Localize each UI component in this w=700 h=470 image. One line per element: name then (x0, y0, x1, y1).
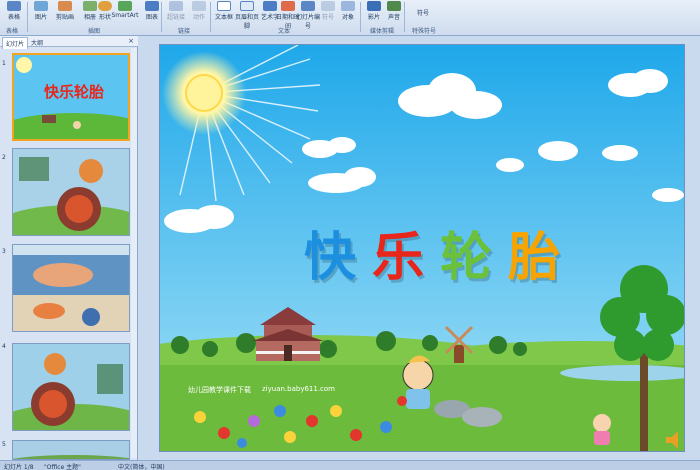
slide-number: 2 (2, 154, 6, 161)
header-footer-button[interactable]: 页眉和页脚 (234, 1, 260, 30)
slide-thumbnail-3[interactable] (12, 244, 130, 332)
slide-footer-text: 幼儿园教学课件下载 (188, 386, 251, 394)
slide-title-char-3: 轮 (440, 228, 493, 288)
tab-slides[interactable]: 幻灯片 (2, 37, 29, 49)
object-icon (341, 1, 355, 11)
sound-button[interactable]: 声音 (382, 1, 406, 23)
group-label-symbols: 特殊符号 (412, 28, 437, 35)
thumb-title: 快乐轮胎 (44, 83, 104, 101)
status-theme: "Office 主题" (44, 464, 81, 470)
action-button[interactable]: 动作 (187, 1, 211, 23)
textbox-button[interactable]: 文本框 (212, 1, 236, 23)
group-separator (404, 2, 405, 32)
status-bar: 幻灯片 1/8 "Office 主题" 中文(简体，中国) (0, 460, 700, 470)
smartart-icon (118, 1, 132, 11)
slides-panel: 幻灯片 大纲 × 1 快乐轮胎 2 3 4 5 (0, 36, 138, 460)
slide-5-preview (13, 441, 129, 459)
calendar-icon (281, 1, 295, 11)
slide-number: 4 (2, 343, 6, 350)
panel-tabs: 幻灯片 大纲 × (0, 36, 138, 49)
movie-icon (367, 1, 381, 11)
slide-editor: 快 乐 轮 胎 幼儿园教学课件下载 ziyuan.baby611.com (138, 36, 700, 460)
smartart-button[interactable]: SmartArt (110, 1, 140, 23)
chart-icon (145, 1, 159, 11)
slide-thumbnail-5[interactable] (12, 440, 130, 460)
group-label-links: 链接 (178, 28, 191, 35)
group-label-tables: 表格 (6, 28, 19, 35)
group-label-media: 媒体剪辑 (370, 28, 395, 35)
table-icon (7, 1, 21, 11)
slide-1-preview: 快乐轮胎 (14, 55, 128, 139)
hyperlink-button[interactable]: 超链接 (163, 1, 189, 23)
object-button[interactable]: 对象 (336, 1, 360, 23)
group-separator (161, 2, 162, 32)
speaker-icon (387, 1, 401, 11)
picture-icon (34, 1, 48, 11)
powerpoint-window: 表格 图片 剪贴画 相册 形状 SmartArt 图表 超链接 动作 文本框 页… (0, 0, 700, 470)
panel-scrollbar[interactable] (131, 48, 137, 458)
wordart-icon (263, 1, 277, 11)
slide-number: 1 (2, 60, 6, 67)
slide-footer-url: ziyuan.baby611.com (262, 385, 336, 393)
status-slide-info: 幻灯片 1/8 (4, 464, 34, 470)
textbox-icon (217, 1, 231, 11)
close-icon[interactable]: × (128, 37, 134, 45)
slide-number-icon (301, 1, 315, 11)
link-icon (169, 1, 183, 11)
group-separator (360, 2, 361, 32)
slide-3-preview (13, 245, 129, 331)
slide-title-char-4: 胎 (508, 228, 561, 288)
status-language: 中文(简体，中国) (118, 464, 165, 470)
slide-title-char-1: 快 (304, 228, 357, 288)
group-separator (27, 2, 28, 32)
header-footer-icon (240, 1, 254, 11)
picture-button[interactable]: 图片 (29, 1, 53, 23)
group-label-text: 文本 (278, 28, 291, 35)
clipart-icon (58, 1, 72, 11)
ribbon-insert-tab: 表格 图片 剪贴画 相册 形状 SmartArt 图表 超链接 动作 文本框 页… (0, 0, 700, 36)
tab-outline[interactable]: 大纲 (28, 37, 46, 48)
slide-thumbnail-4[interactable] (12, 343, 130, 431)
slide-4-preview (13, 344, 129, 430)
slide-thumbnail-1[interactable]: 快乐轮胎 (12, 53, 130, 141)
omega-icon (321, 1, 335, 11)
slide-thumbnail-2[interactable] (12, 148, 130, 236)
action-icon (192, 1, 206, 11)
slide-2-preview (13, 149, 129, 235)
group-label-illustrations: 插图 (88, 28, 101, 35)
clipart-button[interactable]: 剪贴画 (52, 1, 78, 23)
table-button[interactable]: 表格 (2, 1, 26, 23)
slide-title-char-2: 乐 (372, 228, 425, 288)
group-separator (210, 2, 211, 32)
current-slide[interactable]: 快 乐 轮 胎 幼儿园教学课件下载 ziyuan.baby611.com (159, 44, 685, 452)
slide-number: 3 (2, 248, 6, 255)
slide-number: 5 (2, 441, 6, 448)
